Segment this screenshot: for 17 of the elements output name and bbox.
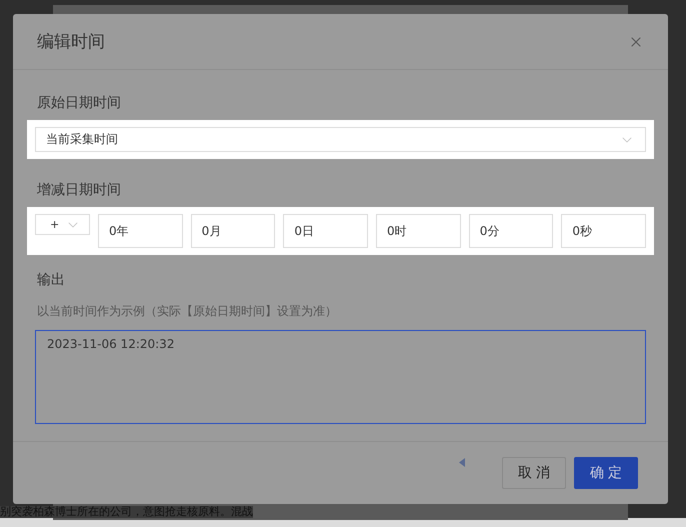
sign-select[interactable]: + bbox=[35, 214, 90, 235]
dialog-title: 编辑时间 bbox=[37, 31, 105, 53]
field-label: 增减日期时间 bbox=[37, 181, 122, 199]
input-field[interactable]: 0年 bbox=[98, 214, 183, 248]
input-field[interactable]: 0时 bbox=[376, 214, 461, 248]
hint-text: 以当前时间作为示例（实际【原始日期时间】设置为准） bbox=[37, 303, 338, 320]
confirm-button[interactable]: 确 定 bbox=[574, 457, 638, 489]
input-field[interactable]: 0月 bbox=[190, 214, 276, 248]
triangle-icon bbox=[459, 458, 465, 467]
field-label: 输出 bbox=[37, 271, 66, 289]
field-label: 原始日期时间 bbox=[37, 94, 122, 112]
input-field[interactable]: 0分 bbox=[468, 214, 554, 248]
select-field[interactable]: 当前采集时间 bbox=[35, 127, 646, 152]
output-field[interactable]: 2023-11-06 12:20:32 bbox=[35, 330, 646, 424]
cancel-button[interactable]: 取 消 bbox=[502, 457, 566, 489]
input-field[interactable]: 0日 bbox=[283, 214, 368, 248]
input-field[interactable]: 0秒 bbox=[561, 214, 646, 248]
